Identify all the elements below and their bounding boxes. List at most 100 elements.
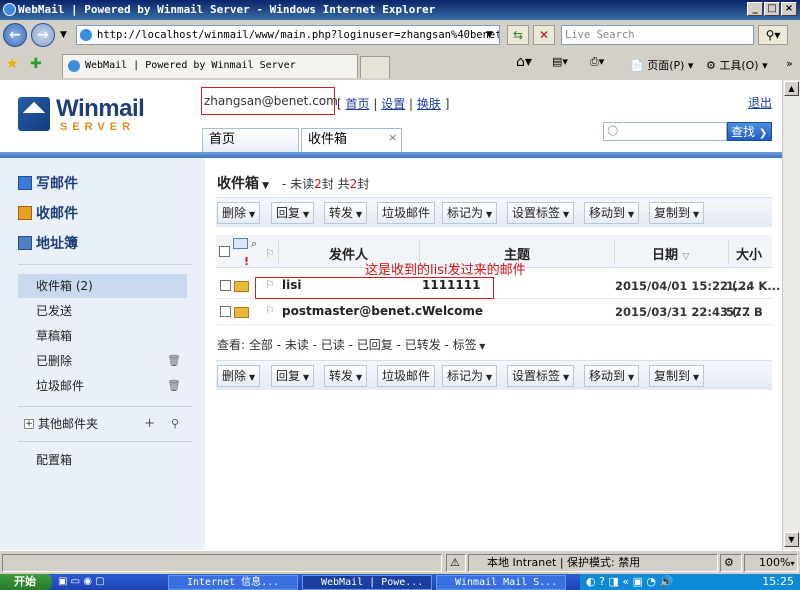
back-button[interactable]: ← xyxy=(3,23,27,47)
compose-link[interactable]: 写邮件 xyxy=(18,173,78,193)
tab-inbox[interactable]: 收件箱 xyxy=(301,128,402,152)
logout-link[interactable]: 退出 xyxy=(748,94,772,111)
print-icon[interactable]: ⎙▾ xyxy=(590,55,604,69)
address-dropdown-icon[interactable]: ▼ xyxy=(486,30,493,40)
mark-as-button[interactable]: 标记为 ▼ xyxy=(442,202,498,224)
feeds-icon[interactable]: ▤▾ xyxy=(552,55,568,68)
view-filter-bar[interactable]: 查看: 全部 - 未读 - 已读 - 已回复 - 已转发 - 标签 ▼ xyxy=(216,334,772,358)
magnifier-icon: ○ xyxy=(607,123,619,138)
select-all-checkbox[interactable] xyxy=(219,246,230,257)
home-icon[interactable]: ⌂▾ xyxy=(516,54,532,70)
reply-label: 回复 xyxy=(276,206,301,220)
search-icon[interactable]: ⚲▾ xyxy=(758,25,788,45)
forward-button[interactable]: 转发 ▼ xyxy=(324,202,368,224)
tools-menu[interactable]: ⚙ 工具(O) ▾ xyxy=(706,57,768,73)
page-scrollbar[interactable]: ▲ ▼ xyxy=(782,80,800,550)
tray-icons[interactable]: ◐ ? ◨ « ▣ ◔ 🔊 xyxy=(580,574,673,590)
zone-settings-icon[interactable]: ⚙ xyxy=(720,554,742,572)
stop-icon[interactable]: ✕ xyxy=(533,25,555,45)
sidebar-item-config[interactable]: 配置箱 xyxy=(18,448,187,472)
zoom-level[interactable]: 100%▾ xyxy=(744,554,798,572)
mail-search-input[interactable]: ○ xyxy=(603,122,727,141)
date-column-label: 日期 xyxy=(652,248,679,263)
forward-button[interactable]: 转发 ▼ xyxy=(324,365,368,387)
delete-button[interactable]: 删除 ▼ xyxy=(217,202,261,224)
compose-label: 写邮件 xyxy=(36,176,78,192)
mail-search-button[interactable]: 查找 ❯ xyxy=(727,122,772,141)
live-search-input[interactable]: Live Search xyxy=(561,25,754,45)
tab-close-icon[interactable]: × xyxy=(388,131,397,144)
address-book-icon xyxy=(18,236,32,250)
start-button[interactable]: 开始 xyxy=(0,574,52,590)
winmail-logo-icon xyxy=(18,97,50,131)
size-column-header[interactable]: 大小 xyxy=(736,244,762,263)
task-iis[interactable]: Internet 信息... xyxy=(168,575,298,590)
sender-column-header[interactable]: 发件人 xyxy=(329,244,368,263)
flag-icon[interactable]: ⚐ xyxy=(265,304,275,317)
add-folder-icon[interactable]: + xyxy=(144,412,155,436)
task-webmail[interactable]: WebMail | Powe... xyxy=(302,575,432,590)
status-bar: ⚠ 本地 Intranet | 保护模式: 禁用 ⚙ 100%▾ xyxy=(0,550,800,574)
unread-unit: 封 xyxy=(321,177,334,191)
set-tag-button[interactable]: 设置标签 ▼ xyxy=(507,202,575,224)
reply-button[interactable]: 回复 ▼ xyxy=(271,202,315,224)
settings-link[interactable]: 设置 xyxy=(381,97,405,111)
scroll-down-icon[interactable]: ▼ xyxy=(784,532,799,547)
delete-button[interactable]: 删除 ▼ xyxy=(217,365,261,387)
row-checkbox[interactable] xyxy=(220,306,231,317)
table-row[interactable]: ⚐ postmaster@benet.co... Welcome 2015/03… xyxy=(216,299,772,325)
set-tag-button[interactable]: 设置标签 ▼ xyxy=(507,365,575,387)
refresh-icon[interactable]: ⇆ xyxy=(507,25,529,45)
junk-button[interactable]: 垃圾邮件 xyxy=(377,202,436,224)
reply-button[interactable]: 回复 ▼ xyxy=(271,365,315,387)
move-to-button[interactable]: 移动到 ▼ xyxy=(584,202,640,224)
empty-junk-icon[interactable]: 🗑 xyxy=(167,374,181,398)
copy-to-button[interactable]: 复制到 ▼ xyxy=(649,365,705,387)
new-tab-button[interactable] xyxy=(360,56,390,78)
more-chevron-icon[interactable]: » xyxy=(786,57,793,70)
sidebar-item-other-folders[interactable]: + 其他邮件夹 + ⚲ xyxy=(18,412,187,436)
security-zone[interactable]: 本地 Intranet | 保护模式: 禁用 xyxy=(468,554,718,572)
date-column-header[interactable]: 日期 ▽ xyxy=(652,244,689,263)
folder-label: 草稿箱 xyxy=(36,329,73,343)
browser-tab-webmail[interactable]: WebMail | Powered by Winmail Server xyxy=(62,54,358,78)
close-button[interactable]: × xyxy=(781,2,797,16)
receive-link[interactable]: 收邮件 xyxy=(18,203,78,223)
ie-icon xyxy=(3,3,16,16)
address-input[interactable]: http://localhost/winmail/www/main.php?lo… xyxy=(76,25,500,45)
clock: 15:25 xyxy=(762,575,794,588)
empty-trash-icon[interactable]: 🗑 xyxy=(167,349,181,373)
expand-icon[interactable]: + xyxy=(24,419,34,429)
sidebar-item-junk[interactable]: 垃圾邮件 🗑 xyxy=(18,374,187,398)
move-to-label: 移动到 xyxy=(589,369,626,383)
security-icon[interactable]: ⚠ xyxy=(446,554,466,572)
total-unit: 封 xyxy=(357,177,370,191)
tab-home[interactable]: 首页 xyxy=(202,128,299,152)
copy-to-button[interactable]: 复制到 ▼ xyxy=(649,202,705,224)
sidebar-item-drafts[interactable]: 草稿箱 xyxy=(18,324,187,348)
favorites-star-icon[interactable]: ★ xyxy=(6,56,19,72)
skin-link[interactable]: 换肤 xyxy=(417,97,441,111)
folder-title[interactable]: 收件箱 ▼ xyxy=(217,173,269,193)
task-winmail[interactable]: Winmail Mail S... xyxy=(436,575,566,590)
mark-as-button[interactable]: 标记为 ▼ xyxy=(442,365,498,387)
sidebar-item-sent[interactable]: 已发送 xyxy=(18,299,187,323)
manage-folder-icon[interactable]: ⚲ xyxy=(171,412,179,436)
scroll-up-icon[interactable]: ▲ xyxy=(784,81,799,96)
add-favorites-icon[interactable]: ✚ xyxy=(30,56,42,72)
forward-button[interactable]: → xyxy=(31,23,55,47)
minimize-button[interactable]: _ xyxy=(747,2,763,16)
row-checkbox[interactable] xyxy=(220,280,231,291)
maximize-button[interactable]: □ xyxy=(764,2,780,16)
quick-launch-icons[interactable]: ▣ ▭ ◉ ▢ xyxy=(58,576,105,587)
junk-button[interactable]: 垃圾邮件 xyxy=(377,365,436,387)
page-menu[interactable]: 📄 页面(P) ▾ xyxy=(630,57,693,73)
move-to-button[interactable]: 移动到 ▼ xyxy=(584,365,640,387)
unread-count: 2 xyxy=(314,177,322,191)
home-link[interactable]: 首页 xyxy=(346,97,370,111)
sidebar-item-inbox[interactable]: 收件箱 (2) xyxy=(18,274,187,298)
receive-label: 收邮件 xyxy=(36,206,78,222)
history-dropdown-icon[interactable]: ▼ xyxy=(60,30,67,40)
sidebar-item-deleted[interactable]: 已删除 🗑 xyxy=(18,349,187,373)
contacts-link[interactable]: 地址簿 xyxy=(18,233,78,253)
